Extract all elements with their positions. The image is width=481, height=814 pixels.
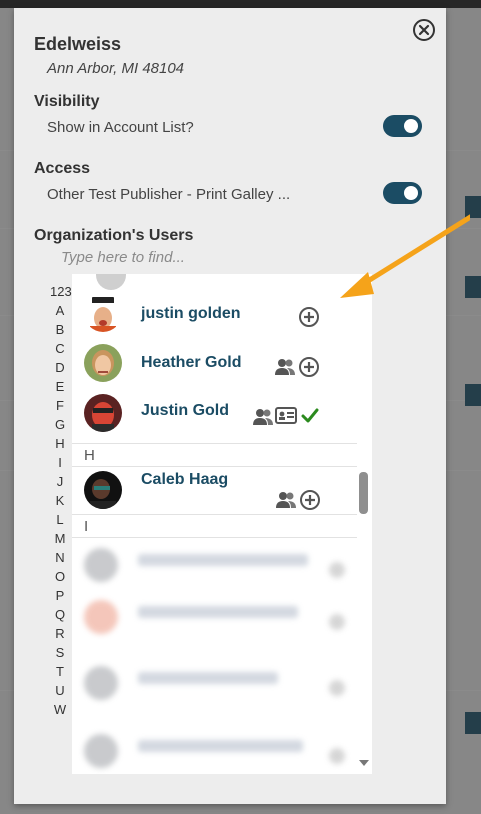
alpha-letter[interactable]: R: [50, 624, 70, 643]
scroll-down-icon[interactable]: [359, 760, 369, 766]
close-icon[interactable]: [412, 18, 436, 42]
toggle-knob: [404, 186, 418, 200]
user-row-justin-golden: justin golden: [72, 288, 357, 338]
user-row-heather-gold: Heather Gold: [72, 338, 357, 388]
org-location: Ann Arbor, MI 48104: [47, 60, 185, 77]
blurred-avatar: [84, 734, 118, 768]
user-list-scrollbar[interactable]: [357, 282, 371, 772]
user-name[interactable]: Justin Gold: [141, 402, 229, 420]
add-circle-icon[interactable]: [298, 306, 320, 333]
alpha-letter[interactable]: Q: [50, 605, 70, 624]
user-name[interactable]: Caleb Haag: [141, 471, 228, 489]
checkmark-icon[interactable]: [300, 406, 320, 431]
blurred-avatar: [84, 600, 118, 634]
blurred-icon: [329, 680, 345, 696]
blurred-text: [138, 672, 278, 684]
user-name[interactable]: Heather Gold: [141, 354, 241, 372]
blurred-user-row: [72, 658, 357, 708]
alphabet-index: 123 A B C D E F G H I J K L M N O P Q R …: [50, 282, 72, 719]
alpha-letter[interactable]: F: [50, 396, 70, 415]
access-label: Other Test Publisher - Print Galley ...: [47, 186, 291, 203]
user-list: justin golden Heather Gold Justin Gold H…: [72, 274, 372, 774]
users-icon[interactable]: [274, 357, 296, 382]
users-icon[interactable]: [252, 407, 274, 432]
alpha-letter[interactable]: C: [50, 339, 70, 358]
add-circle-icon[interactable]: [298, 356, 320, 383]
alpha-letter[interactable]: H: [50, 434, 70, 453]
blurred-user-row: [72, 726, 357, 774]
alpha-letter[interactable]: P: [50, 586, 70, 605]
org-name: Edelweiss: [34, 34, 122, 54]
access-toggle[interactable]: [383, 182, 422, 204]
alpha-letter[interactable]: N: [50, 548, 70, 567]
access-title: Access: [34, 160, 91, 177]
alpha-letter[interactable]: B: [50, 320, 70, 339]
alpha-letter[interactable]: L: [50, 510, 70, 529]
alpha-letter[interactable]: D: [50, 358, 70, 377]
users-title: Organization's Users: [34, 227, 194, 244]
blurred-user-row: [72, 592, 357, 642]
blurred-avatar: [84, 548, 118, 582]
alpha-letter[interactable]: G: [50, 415, 70, 434]
blurred-user-row: [72, 540, 357, 590]
alpha-letter[interactable]: U: [50, 681, 70, 700]
alpha-letter[interactable]: M: [50, 529, 70, 548]
account-settings-modal: Edelweiss Ann Arbor, MI 48104 Visibility…: [14, 8, 446, 804]
alpha-letter[interactable]: W: [50, 700, 70, 719]
alpha-letter[interactable]: A: [50, 301, 70, 320]
user-search-input[interactable]: [61, 249, 321, 266]
avatar: [84, 344, 122, 382]
visibility-label: Show in Account List?: [47, 119, 194, 136]
add-circle-icon[interactable]: [299, 489, 321, 516]
blurred-text: [138, 554, 308, 566]
user-row-justin-gold: Justin Gold: [72, 388, 357, 438]
avatar: [84, 394, 122, 432]
visibility-toggle[interactable]: [383, 115, 422, 137]
alpha-letter[interactable]: O: [50, 567, 70, 586]
alpha-letter[interactable]: I: [50, 453, 70, 472]
visibility-title: Visibility: [34, 93, 100, 110]
blurred-avatar: [84, 666, 118, 700]
alpha-letter[interactable]: S: [50, 643, 70, 662]
blurred-text: [138, 740, 303, 752]
blurred-icon: [329, 614, 345, 630]
toggle-knob: [404, 119, 418, 133]
alpha-letter[interactable]: E: [50, 377, 70, 396]
id-card-icon[interactable]: [275, 406, 297, 431]
blurred-text: [138, 606, 298, 618]
scroll-up-icon[interactable]: [359, 286, 369, 292]
alpha-letter[interactable]: 123: [50, 282, 72, 301]
users-icon[interactable]: [275, 490, 297, 515]
alpha-letter[interactable]: K: [50, 491, 70, 510]
group-header-h: H: [72, 443, 357, 467]
avatar: [84, 294, 122, 332]
scroll-thumb[interactable]: [359, 472, 368, 514]
alpha-letter[interactable]: J: [50, 472, 70, 491]
avatar: [84, 471, 122, 509]
user-name[interactable]: justin golden: [141, 305, 241, 323]
alpha-letter[interactable]: T: [50, 662, 70, 681]
blurred-icon: [329, 562, 345, 578]
blurred-icon: [329, 748, 345, 764]
group-header-i: I: [72, 514, 357, 538]
user-row-caleb-haag: Caleb Haag: [72, 467, 357, 517]
